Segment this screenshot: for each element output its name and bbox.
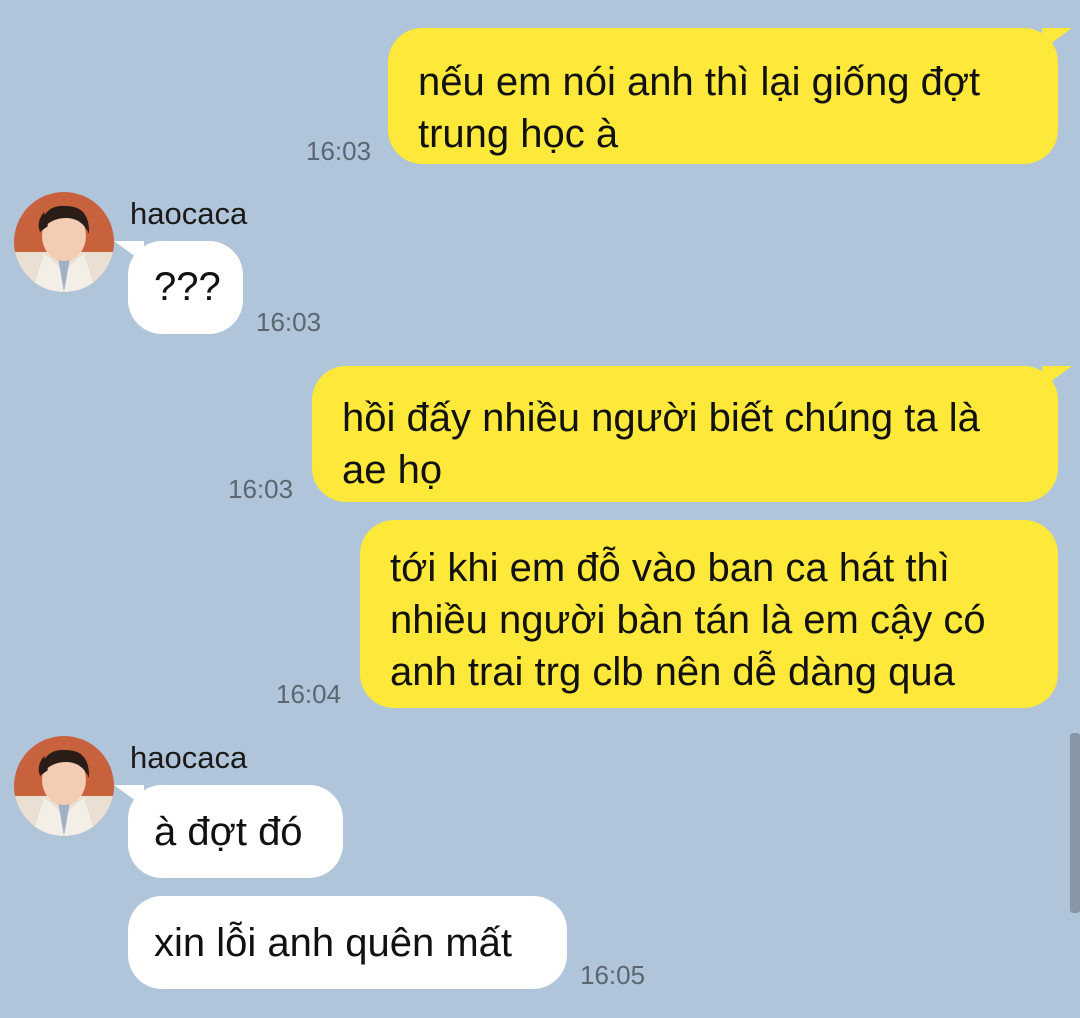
avatar-photo-icon [14, 736, 114, 836]
incoming-message-bubble[interactable]: à đợt đó [114, 785, 343, 878]
outgoing-message-bubble[interactable]: nếu em nói anh thì lại giống đợt trung h… [388, 28, 1072, 164]
message-time: 16:03 [256, 307, 322, 337]
incoming-message-bubble[interactable]: xin lỗi anh quên mất [128, 896, 567, 989]
outgoing-message-bubble[interactable]: tới khi em đỗ vào ban ca hát thì nhiều n… [360, 520, 1058, 708]
chat-area[interactable]: 16:03 nếu em nói anh thì lại giống đợt t… [0, 0, 1080, 1018]
sender-name: haocaca [130, 740, 248, 775]
contact-avatar[interactable] [14, 192, 114, 292]
message-time: 16:03 [306, 136, 372, 166]
outgoing-message-bubble[interactable]: hồi đấy nhiều người biết chúng ta là ae … [312, 366, 1072, 502]
incoming-message-bubble[interactable]: ??? [114, 241, 243, 334]
contact-avatar[interactable] [14, 736, 114, 836]
message-time: 16:05 [580, 960, 646, 990]
sender-name: haocaca [130, 196, 248, 231]
message-time: 16:03 [228, 474, 294, 504]
scrollbar[interactable] [1070, 733, 1080, 913]
message-time: 16:04 [276, 679, 342, 709]
avatar-photo-icon [14, 192, 114, 292]
